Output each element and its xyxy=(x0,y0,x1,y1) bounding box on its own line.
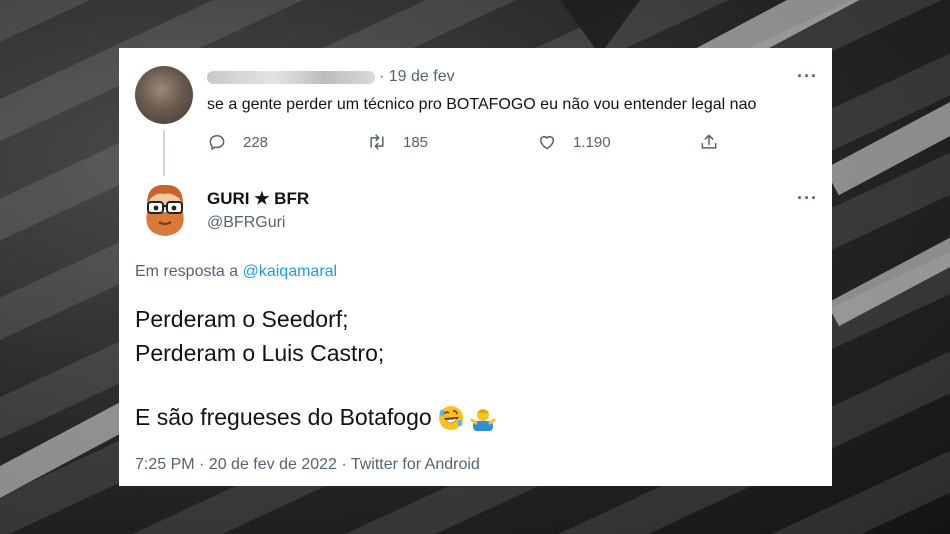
flag-stripe xyxy=(826,199,950,327)
reply-icon xyxy=(209,135,225,150)
heart-icon xyxy=(540,136,554,150)
retweet-button[interactable]: 185 xyxy=(367,132,428,152)
flag-stripe xyxy=(824,74,950,196)
rolling-laughing-emoji-icon xyxy=(438,405,463,430)
like-button[interactable]: 1.190 xyxy=(537,132,611,152)
share-icon xyxy=(701,134,717,149)
mention-link[interactable]: @kaiqamaral xyxy=(243,263,338,280)
tweet-line-3-text: E são fregueses do Botafogo xyxy=(135,404,432,430)
tweet-text: se a gente perder um técnico pro BOTAFOG… xyxy=(207,96,757,113)
avatar[interactable] xyxy=(135,66,193,124)
reply-context: Em resposta a @kaiqamaral xyxy=(135,263,337,281)
avatar-cartoon-icon[interactable] xyxy=(137,182,193,238)
reply-count: 228 xyxy=(243,133,269,151)
more-options-button[interactable]: ··· xyxy=(797,188,818,209)
flag-star-icon xyxy=(560,0,640,55)
tweet-line-3: E são fregueses do Botafogo xyxy=(135,404,496,431)
reply-button[interactable]: 228 xyxy=(207,132,268,152)
tweet-line-1: Perderam o Seedorf; xyxy=(135,306,349,332)
reply-prefix: Em resposta a xyxy=(135,263,243,280)
retweet-count: 185 xyxy=(403,133,429,151)
tweet-metadata[interactable]: 7:25 PM · 20 de fev de 2022 · Twitter fo… xyxy=(135,456,480,474)
man-shrugging-emoji-icon xyxy=(470,408,496,431)
tweet-card: · 19 de fev ··· se a gente perder um téc… xyxy=(119,48,832,486)
tweet-line-2: Perderam o Luis Castro; xyxy=(135,340,385,366)
retweet-icon xyxy=(370,134,384,150)
thread-connector xyxy=(163,130,165,176)
share-button[interactable] xyxy=(699,132,719,152)
user-handle[interactable]: @BFRGuri xyxy=(207,214,285,232)
blurred-username[interactable] xyxy=(207,70,375,84)
tweet-header: · 19 de fev xyxy=(207,68,455,86)
tweet-date[interactable]: · 19 de fev xyxy=(379,68,455,86)
more-options-button[interactable]: ··· xyxy=(797,66,818,87)
display-name[interactable]: GURI ★ BFR xyxy=(207,189,309,209)
tweet-actions: 228 185 1.190 xyxy=(207,132,727,156)
like-count: 1.190 xyxy=(573,133,611,151)
